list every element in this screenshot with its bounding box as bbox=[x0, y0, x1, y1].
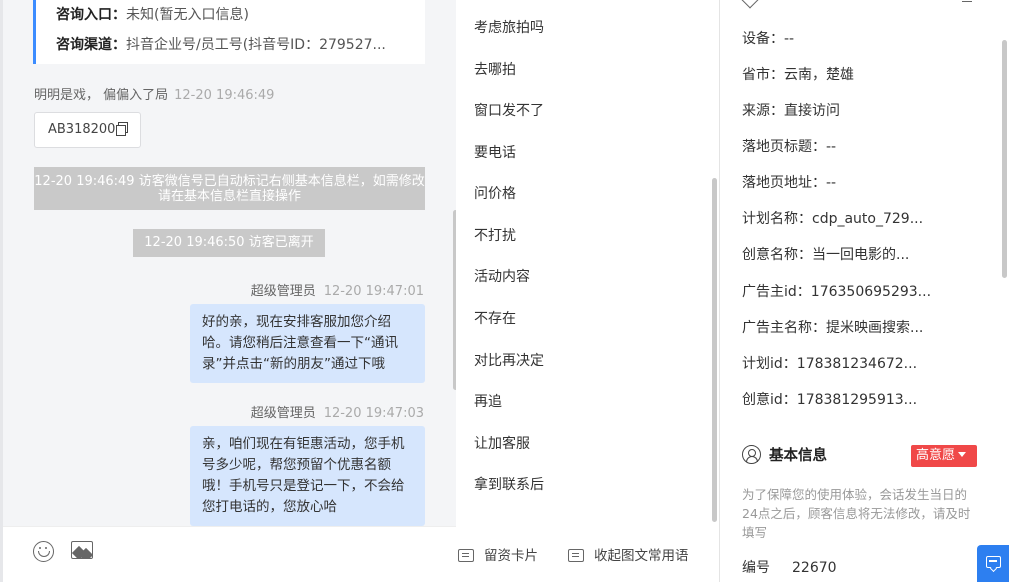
consult-channel-value: 抖音企业号/员工号(抖音号ID：279527... bbox=[126, 37, 386, 53]
quick-phrases-scrollbar[interactable] bbox=[712, 178, 717, 522]
quick-phrase-item[interactable]: 考虑旅拍吗 bbox=[474, 17, 544, 37]
consult-entry-label: 咨询入口： bbox=[56, 7, 126, 23]
agent-message-time: 12-20 19:47:01 bbox=[323, 284, 424, 299]
quick-phrase-item[interactable]: 去哪拍 bbox=[474, 59, 516, 79]
info-field-value: 176350695293... bbox=[810, 284, 932, 300]
visitor-name: 明明是戏， 偏偏入了局 bbox=[34, 88, 169, 103]
info-field-advertiser-name: 广告主名称：提米映画搜索... bbox=[742, 317, 923, 337]
caret-down-icon bbox=[958, 452, 967, 457]
info-field-label: 计划id： bbox=[742, 356, 797, 372]
info-field-landing-url: 落地页地址：-- bbox=[742, 172, 836, 192]
quick-phrase-item[interactable]: 再追 bbox=[474, 391, 502, 411]
info-field-value: 178381234672... bbox=[796, 356, 918, 372]
basic-info-title: 基本信息 bbox=[769, 448, 827, 464]
info-field-label: 落地页标题： bbox=[742, 139, 826, 155]
collapse-phrases-button[interactable]: 收起图文常用语 bbox=[568, 544, 689, 564]
agent-name: 超级管理员 bbox=[250, 284, 316, 299]
visitor-message-header: 明明是戏， 偏偏入了局 12-20 19:46:49 bbox=[34, 84, 274, 103]
agent-message-header: 超级管理员 12-20 19:47:01 bbox=[251, 280, 424, 299]
intent-level-label: 高意愿 bbox=[916, 448, 956, 463]
info-panel-scrollbar[interactable] bbox=[1002, 40, 1007, 278]
info-field-value: -- bbox=[784, 31, 795, 47]
intent-level-dropdown[interactable]: 高意愿 bbox=[911, 445, 977, 467]
chat-bottom-bar: 留资卡片 收起图文常用语 bbox=[456, 526, 720, 582]
image-icon[interactable] bbox=[71, 541, 93, 559]
info-field-value: cdp_auto_729... bbox=[812, 211, 924, 227]
info-field-plan-id: 计划id：178381234672... bbox=[742, 353, 917, 373]
quick-phrase-item[interactable]: 对比再决定 bbox=[474, 350, 544, 370]
customer-service-button[interactable] bbox=[977, 545, 1009, 582]
emoji-icon[interactable] bbox=[33, 541, 54, 562]
quick-phrase-item[interactable]: 窗口发不了 bbox=[474, 100, 544, 120]
visitor-code-text: AB318200 bbox=[48, 122, 116, 137]
info-field-label: 省市： bbox=[742, 67, 784, 83]
chevron-down-icon[interactable] bbox=[741, 0, 759, 9]
info-field-region: 省市：云南，楚雄 bbox=[742, 64, 854, 84]
info-field-value: 提米映画搜索... bbox=[826, 320, 924, 336]
chat-pane: 咨询入口：未知(暂无入口信息) 咨询渠道：抖音企业号/员工号(抖音号ID：279… bbox=[0, 0, 459, 582]
quick-phrase-item[interactable]: 活动内容 bbox=[474, 266, 530, 286]
consult-entry: 咨询入口：未知(暂无入口信息) bbox=[56, 0, 425, 30]
agent-name: 超级管理员 bbox=[250, 406, 316, 421]
quick-phrase-item[interactable]: 让加客服 bbox=[474, 433, 530, 453]
quick-phrase-item[interactable]: 要电话 bbox=[474, 142, 516, 162]
info-field-label: 来源： bbox=[742, 103, 784, 119]
visitor-message-time: 12-20 19:46:49 bbox=[174, 88, 275, 103]
quick-phrase-item[interactable]: 不存在 bbox=[474, 308, 516, 328]
lead-card-label: 留资卡片 bbox=[484, 548, 538, 564]
copy-icon[interactable] bbox=[116, 122, 129, 136]
info-field-landing-title: 落地页标题：-- bbox=[742, 136, 836, 156]
info-field-value: -- bbox=[826, 175, 837, 191]
info-field-creative-name: 创意名称：当一回电影的... bbox=[742, 244, 909, 264]
consult-info-card: 咨询入口：未知(暂无入口信息) 咨询渠道：抖音企业号/员工号(抖音号ID：279… bbox=[33, 0, 425, 64]
consult-channel: 咨询渠道：抖音企业号/员工号(抖音号ID：279527... bbox=[56, 30, 425, 60]
info-field-creative-id: 创意id：178381295913... bbox=[742, 389, 917, 409]
info-field-value: 当一回电影的... bbox=[812, 247, 910, 263]
collapse-phrases-label: 收起图文常用语 bbox=[594, 548, 689, 564]
agent-message-time: 12-20 19:47:03 bbox=[323, 406, 424, 421]
quick-phrases-list: 考虑旅拍吗 去哪拍 窗口发不了 要电话 问价格 不打扰 活动内容 不存在 对比再… bbox=[456, 0, 720, 526]
info-field-label: 落地页地址： bbox=[742, 175, 826, 191]
system-visitor-left: 12-20 19:46:50 访客已离开 bbox=[133, 229, 325, 257]
chat-messages[interactable]: 咨询入口：未知(暂无入口信息) 咨询渠道：抖音企业号/员工号(抖音号ID：279… bbox=[3, 0, 459, 526]
info-field-value: 178381295913... bbox=[796, 392, 918, 408]
consult-channel-label: 咨询渠道： bbox=[56, 37, 126, 53]
message-icon bbox=[568, 549, 584, 562]
info-field-label: 创意名称： bbox=[742, 247, 812, 263]
collapse-icon[interactable] bbox=[962, 0, 972, 2]
consult-entry-value: 未知(暂无入口信息) bbox=[126, 7, 249, 23]
info-field-device: 设备：-- bbox=[742, 28, 794, 48]
agent-message-bubble: 亲，咱们现在有钜惠活动，您手机号多少呢，帮您预留个优惠名额哦！手机号只是登记一下… bbox=[190, 426, 425, 526]
user-icon bbox=[742, 445, 761, 464]
customer-code-value: 22670 bbox=[792, 560, 837, 576]
basic-info-heading: 基本信息 bbox=[742, 444, 827, 465]
edit-deadline-hint: 为了保障您的使用体验，会话发生当日的24点之后，顾客信息将无法修改，请及时填写 bbox=[742, 487, 971, 540]
info-field-label: 设备： bbox=[742, 31, 784, 47]
customer-code-field: 编号 22670 bbox=[742, 557, 837, 577]
system-notice: 12-20 19:46:49 访客微信号已自动标记右侧基本信息栏，如需修改请在基… bbox=[34, 167, 425, 210]
chat-toolbar bbox=[3, 526, 459, 582]
quick-phrase-item[interactable]: 问价格 bbox=[474, 183, 516, 203]
info-field-label: 创意id： bbox=[742, 392, 797, 408]
lead-card-button[interactable]: 留资卡片 bbox=[458, 544, 538, 564]
card-icon bbox=[458, 549, 474, 562]
info-field-advertiser-id: 广告主id：176350695293... bbox=[742, 281, 931, 301]
visitor-info-panel: 设备：-- 省市：云南，楚雄 来源：直接访问 落地页标题：-- 落地页地址：--… bbox=[720, 0, 1009, 582]
info-field-label: 广告主id： bbox=[742, 284, 811, 300]
info-field-label: 计划名称： bbox=[742, 211, 812, 227]
customer-code-label: 编号 bbox=[742, 560, 770, 576]
visitor-code-message[interactable]: AB318200 bbox=[34, 112, 141, 148]
info-field-source: 来源：直接访问 bbox=[742, 100, 840, 120]
agent-message-bubble: 好的亲，现在安排客服加您介绍哈。请您稍后注意查看一下“通讯录”并点击“新的朋友”… bbox=[190, 304, 425, 383]
chat-bubble-icon bbox=[986, 556, 1001, 568]
info-field-value: -- bbox=[826, 139, 837, 155]
info-field-value: 云南，楚雄 bbox=[784, 67, 854, 83]
info-field-label: 广告主名称： bbox=[742, 320, 826, 336]
agent-message-header: 超级管理员 12-20 19:47:03 bbox=[251, 402, 424, 421]
info-field-value: 直接访问 bbox=[784, 103, 840, 119]
quick-phrase-item[interactable]: 不打扰 bbox=[474, 225, 516, 245]
quick-phrase-item[interactable]: 拿到联系后 bbox=[474, 474, 544, 494]
info-field-plan-name: 计划名称：cdp_auto_729... bbox=[742, 208, 923, 228]
